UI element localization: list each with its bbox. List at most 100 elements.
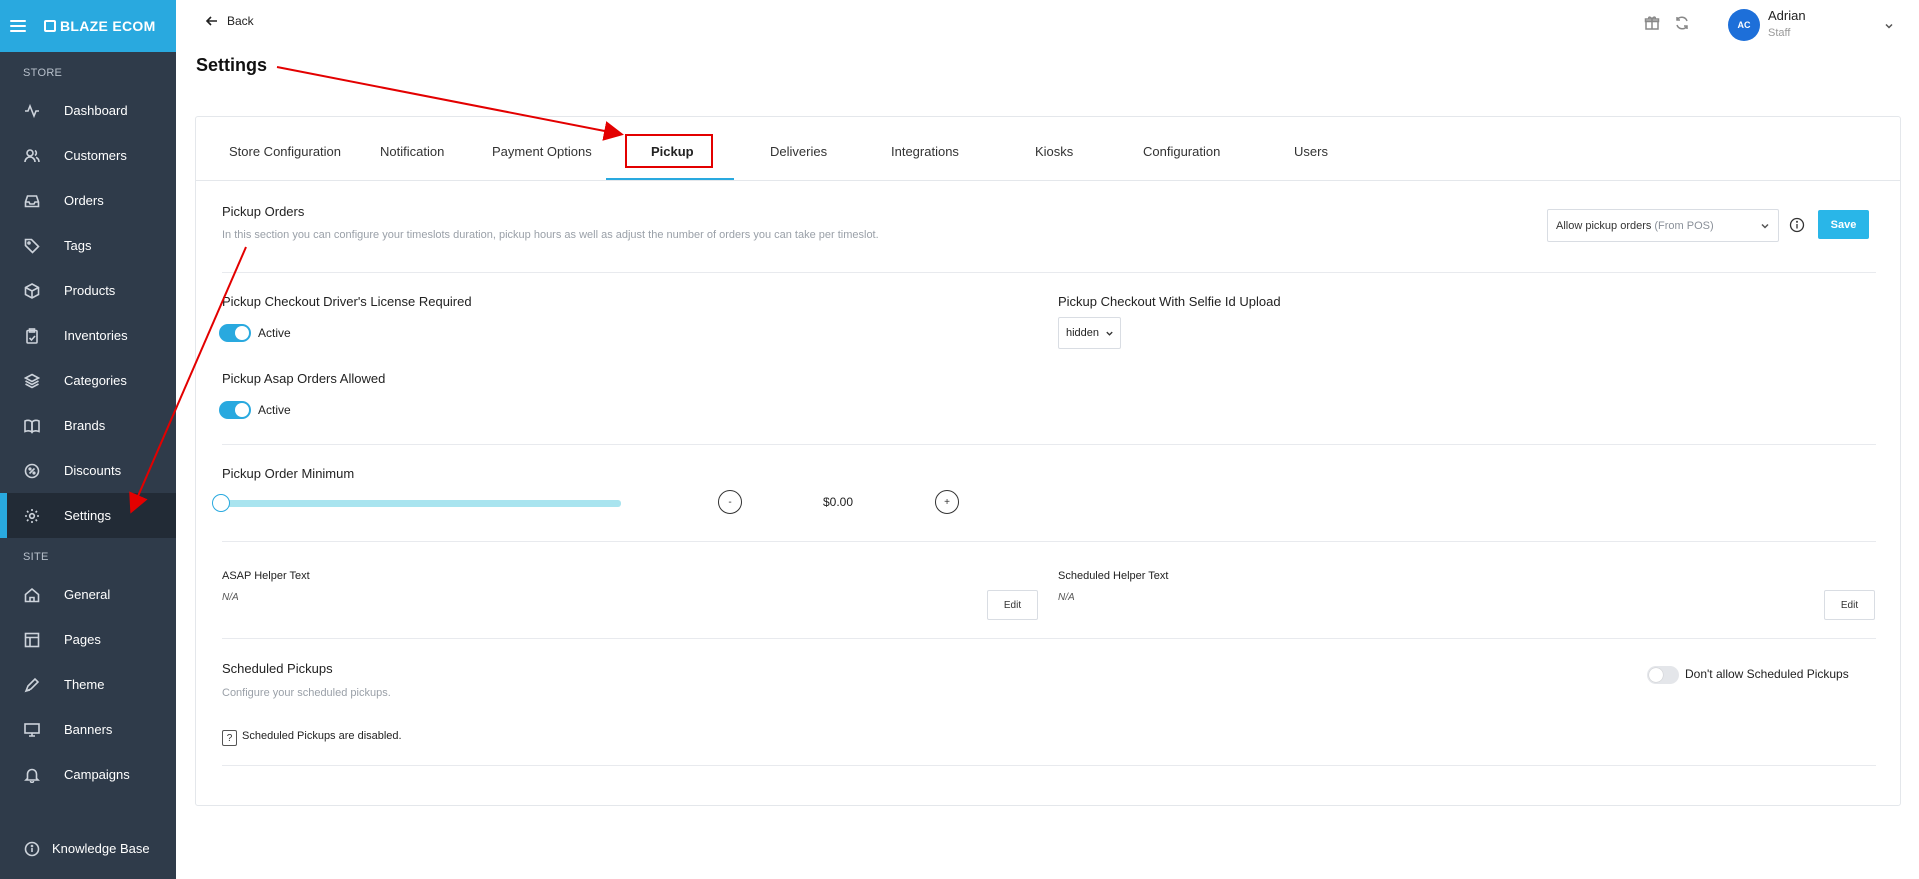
monitor-icon (24, 722, 40, 738)
sidebar-item-label: Theme (64, 677, 105, 692)
asap-allowed-toggle[interactable] (219, 401, 251, 419)
sidebar-item-theme[interactable]: Theme (0, 662, 176, 707)
layout-icon (24, 632, 40, 648)
scheduled-helper-value: N/A (1058, 592, 1075, 603)
tab-store-configuration[interactable]: Store Configuration (229, 144, 341, 159)
sidebar-item-label: Knowledge Base (52, 841, 150, 856)
tab-configuration[interactable]: Configuration (1143, 144, 1220, 159)
chevron-down-icon (1760, 221, 1770, 231)
increment-button[interactable]: + (935, 490, 959, 514)
scheduled-helper-label: Scheduled Helper Text (1058, 570, 1169, 582)
selfie-upload-select[interactable]: hidden (1058, 317, 1121, 349)
brand-logo[interactable]: BLAZE ECOM (44, 18, 156, 34)
scheduled-helper-edit-button[interactable]: Edit (1824, 590, 1875, 620)
tag-icon (24, 238, 40, 254)
info-icon[interactable] (1789, 217, 1805, 233)
home-icon (24, 587, 40, 603)
sidebar-item-tags[interactable]: Tags (0, 223, 176, 268)
asap-allowed-state: Active (258, 403, 291, 417)
sidebar-item-label: Pages (64, 632, 101, 647)
hamburger-menu-icon[interactable] (10, 20, 26, 32)
scheduled-pickups-title: Scheduled Pickups (222, 661, 333, 676)
order-minimum-amount: $0.00 (823, 495, 854, 509)
sidebar-item-label: Inventories (64, 328, 128, 343)
pickup-orders-description: In this section you can configure your t… (222, 229, 879, 241)
gear-icon (24, 508, 40, 524)
sidebar-item-banners[interactable]: Banners (0, 707, 176, 752)
sidebar-item-knowledge-base[interactable]: Knowledge Base (0, 826, 176, 871)
back-label: Back (227, 14, 254, 28)
brand-logo-icon (44, 20, 56, 32)
activity-icon (24, 103, 40, 119)
sidebar-item-label: General (64, 587, 111, 602)
avatar[interactable]: AC (1728, 9, 1760, 41)
sidebar-item-campaigns[interactable]: Campaigns (0, 752, 176, 797)
sidebar-item-categories[interactable]: Categories (0, 358, 176, 403)
sidebar-item-products[interactable]: Products (0, 268, 176, 313)
tab-payment-options[interactable]: Payment Options (492, 144, 592, 159)
tab-notification[interactable]: Notification (380, 144, 444, 159)
sidebar-item-label: Orders (64, 193, 104, 208)
scheduled-pickups-toggle-label: Don't allow Scheduled Pickups (1685, 667, 1849, 681)
pickup-mode-suffix: (From POS) (1654, 219, 1714, 232)
sidebar-item-dashboard[interactable]: Dashboard (0, 88, 176, 133)
sidebar-item-label: Categories (64, 373, 127, 388)
pen-icon (24, 677, 40, 693)
sidebar-item-label: Discounts (64, 463, 122, 478)
divider (222, 541, 1876, 542)
tab-deliveries[interactable]: Deliveries (770, 144, 827, 159)
pickup-mode-value: Allow pickup orders (1556, 219, 1652, 232)
asap-helper-label: ASAP Helper Text (222, 570, 310, 582)
toggle-knob (235, 403, 249, 417)
divider (222, 444, 1876, 445)
sidebar-item-discounts[interactable]: Discounts (0, 448, 176, 493)
sidebar-item-label: Products (64, 283, 116, 298)
sidebar: BLAZE ECOM STORE Dashboard Customers Order… (0, 0, 176, 879)
divider (222, 272, 1876, 273)
sidebar-item-label: Settings (64, 508, 111, 523)
divider (222, 765, 1876, 766)
sidebar-item-brands[interactable]: Brands (0, 403, 176, 448)
tab-users[interactable]: Users (1294, 144, 1328, 159)
refresh-icon[interactable] (1674, 15, 1690, 31)
sidebar-item-label: Tags (64, 238, 92, 253)
license-required-toggle[interactable] (219, 324, 251, 342)
user-name[interactable]: Adrian (1768, 8, 1806, 23)
toggle-knob (1649, 668, 1663, 682)
scheduled-pickups-description: Configure your scheduled pickups. (222, 687, 391, 699)
chevron-down-icon[interactable] (1884, 18, 1894, 29)
sidebar-item-label: Dashboard (64, 103, 128, 118)
brand-bar: BLAZE ECOM (0, 0, 176, 52)
sidebar-item-general[interactable]: General (0, 572, 176, 617)
asap-helper-value: N/A (222, 592, 239, 603)
scheduled-disabled-note: Scheduled Pickups are disabled. (242, 730, 402, 742)
brand-name: BLAZE ECOM (60, 18, 156, 34)
decrement-button[interactable]: - (718, 490, 742, 514)
question-icon: ? (222, 730, 237, 746)
sidebar-item-label: Brands (64, 418, 106, 433)
percent-icon (24, 463, 40, 479)
sidebar-item-settings[interactable]: Settings (0, 493, 176, 538)
sidebar-item-inventories[interactable]: Inventories (0, 313, 176, 358)
sidebar-item-pages[interactable]: Pages (0, 617, 176, 662)
asap-helper-edit-button[interactable]: Edit (987, 590, 1038, 620)
back-link[interactable]: Back (205, 14, 254, 28)
pickup-mode-select[interactable]: Allow pickup orders (From POS) (1547, 209, 1779, 242)
order-minimum-title: Pickup Order Minimum (222, 466, 355, 481)
selfie-upload-value: hidden (1066, 327, 1100, 339)
scheduled-pickups-toggle[interactable] (1647, 666, 1679, 684)
order-minimum-slider[interactable] (221, 500, 621, 507)
tab-kiosks[interactable]: Kiosks (1035, 144, 1073, 159)
tab-integrations[interactable]: Integrations (891, 144, 959, 159)
gift-icon[interactable] (1644, 15, 1660, 31)
user-role: Staff (1768, 27, 1791, 39)
annotation-highlight-box (625, 134, 713, 168)
sidebar-item-customers[interactable]: Customers (0, 133, 176, 178)
chevron-down-icon (1105, 329, 1114, 338)
slider-handle[interactable] (212, 494, 230, 512)
users-icon (24, 148, 40, 164)
sidebar-item-label: Customers (64, 148, 127, 163)
sidebar-item-orders[interactable]: Orders (0, 178, 176, 223)
clipboard-icon (24, 327, 40, 344)
save-button[interactable]: Save (1818, 210, 1869, 239)
